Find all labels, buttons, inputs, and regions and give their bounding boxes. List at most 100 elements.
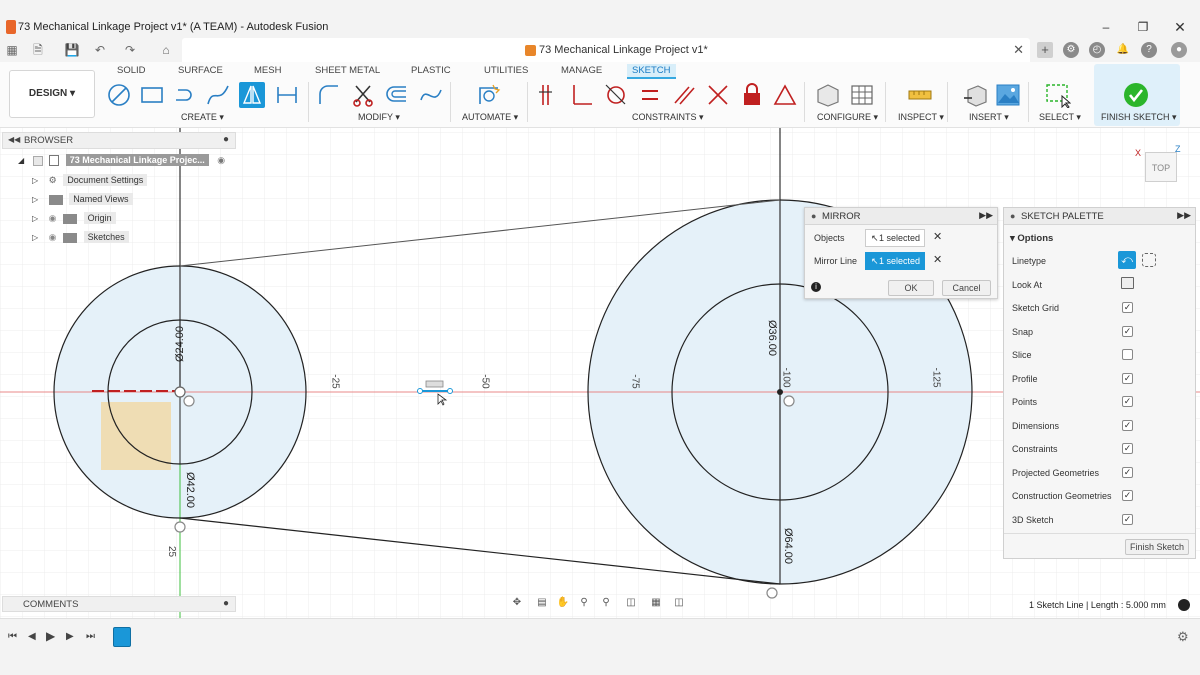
points-checkbox[interactable]: ✓ bbox=[1122, 396, 1133, 407]
construction-geometries-checkbox[interactable]: ✓ bbox=[1122, 490, 1133, 501]
look-at-icon[interactable]: ▤ bbox=[535, 597, 549, 609]
finish-sketch-button[interactable]: FINISH SKETCH ▾ bbox=[1094, 64, 1180, 126]
pan-hand-icon[interactable]: ✋ bbox=[556, 597, 570, 609]
close-tab-icon[interactable]: ✕ bbox=[1013, 42, 1024, 58]
zoom-icon[interactable]: ⚲ bbox=[577, 597, 591, 609]
configure-table-icon[interactable] bbox=[849, 82, 875, 108]
constraints-checkbox[interactable]: ✓ bbox=[1122, 443, 1133, 454]
display-settings-icon[interactable]: ◫ bbox=[624, 597, 638, 609]
mirror-tool-icon[interactable] bbox=[239, 82, 265, 108]
spline-modify-icon[interactable] bbox=[418, 82, 444, 108]
equal-constraint-icon[interactable] bbox=[637, 82, 663, 108]
expand-arrows-icon[interactable]: ▶▶ bbox=[979, 210, 993, 221]
offset-tool-icon[interactable] bbox=[384, 82, 410, 108]
insert-group-label[interactable]: INSERT ▾ bbox=[969, 112, 1009, 123]
last-step-icon[interactable]: ⏭ bbox=[86, 631, 95, 642]
collapse-dot-icon[interactable]: ● bbox=[811, 211, 816, 221]
info-icon[interactable]: i bbox=[811, 282, 821, 292]
line-tool-icon[interactable] bbox=[106, 82, 132, 108]
user-avatar[interactable]: ● bbox=[1171, 42, 1187, 58]
spline-tool-icon[interactable] bbox=[205, 82, 231, 108]
expand-icon[interactable]: ◢ bbox=[18, 156, 24, 165]
tree-item-document-settings[interactable]: ▷ ⚙ Document Settings bbox=[32, 174, 148, 189]
triangle-constraint-icon[interactable] bbox=[772, 82, 798, 108]
grid-settings-icon[interactable]: ▦ bbox=[649, 597, 663, 609]
create-group-label[interactable]: CREATE ▾ bbox=[181, 112, 224, 123]
timeline-settings-gear-icon[interactable]: ⚙ bbox=[1177, 629, 1189, 645]
redo-icon[interactable]: ↷ bbox=[122, 42, 138, 58]
viewports-icon[interactable]: ◫ bbox=[672, 597, 686, 609]
tab-manage[interactable]: MANAGE bbox=[561, 65, 602, 76]
expand-icon[interactable]: ▷ bbox=[32, 176, 38, 185]
3d-sketch-checkbox[interactable]: ✓ bbox=[1122, 514, 1133, 525]
tab-surface[interactable]: SURFACE bbox=[178, 65, 223, 76]
minimize-icon[interactable]: – bbox=[1098, 19, 1114, 35]
inspect-group-label[interactable]: INSPECT ▾ bbox=[898, 112, 944, 123]
tree-root[interactable]: ◢ 73 Mechanical Linkage Projec... ◉ bbox=[18, 154, 225, 169]
constraints-group-label[interactable]: CONSTRAINTS ▾ bbox=[632, 112, 704, 123]
tree-item-origin[interactable]: ▷ ◉ Origin bbox=[32, 212, 116, 227]
notifications-icon[interactable]: 🔔 bbox=[1115, 42, 1131, 58]
profile-checkbox[interactable]: ✓ bbox=[1122, 373, 1133, 384]
clear-objects-icon[interactable]: ✕ bbox=[933, 230, 942, 243]
tab-solid[interactable]: SOLID bbox=[117, 65, 146, 76]
expand-arrows-icon[interactable]: ▶▶ bbox=[1177, 210, 1191, 221]
previous-step-icon[interactable]: ◀ bbox=[28, 631, 36, 642]
look-at-icon[interactable] bbox=[1121, 277, 1134, 289]
first-step-icon[interactable]: ⏮ bbox=[8, 631, 17, 642]
play-icon[interactable]: ▶ bbox=[46, 629, 55, 643]
grid-menu-icon[interactable]: ▦ bbox=[4, 42, 20, 58]
new-tab-icon[interactable]: + bbox=[1037, 42, 1053, 58]
pin-icon[interactable]: ● bbox=[223, 134, 229, 145]
save-icon[interactable]: 💾 bbox=[64, 42, 80, 58]
select-window-icon[interactable] bbox=[1045, 82, 1071, 108]
visibility-eye-icon[interactable]: ◉ bbox=[49, 213, 57, 223]
dimension-36[interactable]: Ø36.00 bbox=[766, 320, 778, 356]
collapse-icon[interactable]: ◀◀ bbox=[8, 135, 20, 144]
expand-icon[interactable]: ▷ bbox=[32, 214, 38, 223]
maximize-icon[interactable]: ❐ bbox=[1135, 19, 1151, 35]
fix-lock-icon[interactable] bbox=[739, 82, 765, 108]
close-icon[interactable]: ✕ bbox=[1172, 19, 1188, 35]
expand-icon[interactable]: ▷ bbox=[32, 195, 38, 204]
help-icon[interactable]: ? bbox=[1141, 42, 1157, 58]
job-status-icon[interactable]: ◴ bbox=[1089, 42, 1105, 58]
measure-ruler-icon[interactable] bbox=[907, 82, 933, 108]
tangent-point-large[interactable] bbox=[766, 587, 778, 599]
tab-mesh[interactable]: MESH bbox=[254, 65, 281, 76]
dimension-42[interactable]: Ø42.00 bbox=[184, 472, 196, 508]
clear-mirror-line-icon[interactable]: ✕ bbox=[933, 253, 942, 266]
finish-sketch-palette-button[interactable]: Finish Sketch bbox=[1125, 539, 1189, 555]
options-section[interactable]: ▾ Options bbox=[1010, 233, 1053, 244]
configure-group-label[interactable]: CONFIGURE ▾ bbox=[817, 112, 878, 123]
mirror-dialog-header[interactable]: ● MIRROR ▶▶ bbox=[805, 208, 997, 225]
visibility-eye-icon[interactable] bbox=[32, 155, 43, 166]
expand-icon[interactable]: ▷ bbox=[32, 233, 38, 242]
modify-group-label[interactable]: MODIFY ▾ bbox=[358, 112, 400, 123]
viewcube[interactable]: TOP bbox=[1145, 152, 1177, 182]
rectangle-tool-icon[interactable] bbox=[139, 82, 165, 108]
perpendicular-constraint-icon[interactable] bbox=[569, 82, 595, 108]
tab-utilities[interactable]: UTILITIES bbox=[484, 65, 528, 76]
zoom-window-icon[interactable]: ⚲ bbox=[599, 597, 613, 609]
objects-selection-button[interactable]: ↖ 1 selected bbox=[865, 229, 925, 247]
dimension-tool-icon[interactable] bbox=[274, 82, 300, 108]
dimension-24[interactable]: Ø24.00 bbox=[174, 326, 186, 362]
ok-button[interactable]: OK bbox=[888, 280, 934, 296]
projected-geometries-checkbox[interactable]: ✓ bbox=[1122, 467, 1133, 478]
line-endpoint[interactable] bbox=[447, 388, 453, 394]
dimension-64[interactable]: Ø64.00 bbox=[782, 528, 794, 564]
comments-panel[interactable]: COMMENTS ● bbox=[2, 596, 236, 612]
active-radio-icon[interactable]: ◉ bbox=[217, 155, 225, 165]
insert-mesh-icon[interactable] bbox=[962, 82, 988, 108]
status-indicator-icon[interactable] bbox=[1178, 599, 1190, 611]
construction-linetype-icon[interactable]: ⤺ bbox=[1118, 251, 1136, 269]
snap-checkbox[interactable]: ✓ bbox=[1122, 326, 1133, 337]
line-endpoint[interactable] bbox=[417, 388, 423, 394]
configure-cube-icon[interactable] bbox=[815, 82, 841, 108]
tab-sheet-metal[interactable]: SHEET METAL bbox=[315, 65, 380, 76]
tree-item-sketches[interactable]: ▷ ◉ Sketches bbox=[32, 231, 129, 246]
sketch-palette-header[interactable]: ● SKETCH PALETTE ▶▶ bbox=[1004, 208, 1195, 225]
visibility-eye-icon[interactable]: ◉ bbox=[49, 232, 57, 242]
slice-checkbox[interactable] bbox=[1122, 349, 1133, 360]
